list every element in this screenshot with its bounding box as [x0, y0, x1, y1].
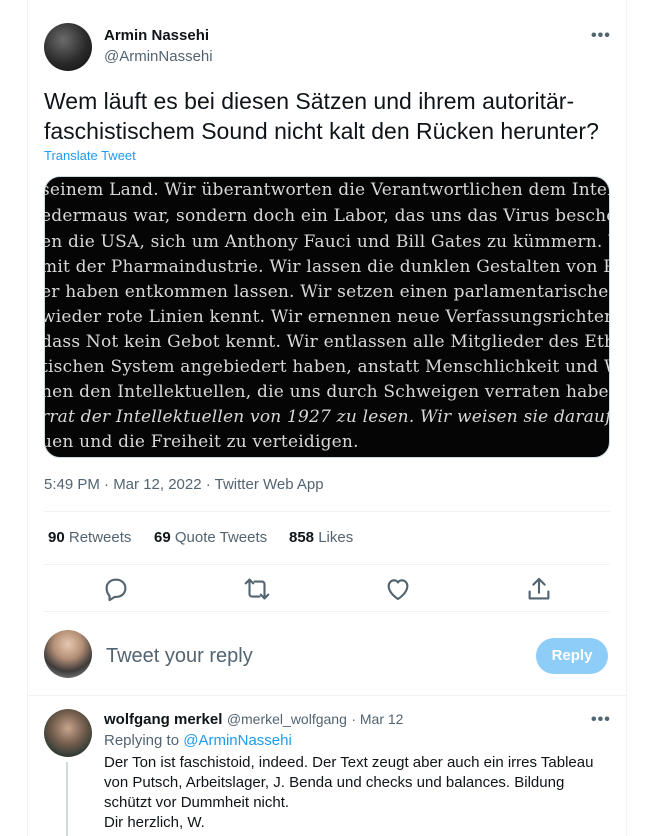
reply-button[interactable]: Reply — [536, 638, 608, 674]
image-text-line: hen den Intellektuellen, die uns durch S… — [44, 382, 609, 402]
tweet-image[interactable]: seinem Land. Wir überantworten die Veran… — [44, 176, 610, 458]
image-text-line: mit der Pharmaindustrie. Wir lassen die … — [45, 257, 609, 277]
translate-tweet-link[interactable]: Translate Tweet — [44, 148, 136, 163]
quote-tweets-stat[interactable]: 69 Quote Tweets — [154, 529, 267, 546]
reply-text: Der Ton ist faschistoid, indeed. Der Tex… — [104, 753, 604, 833]
retweets-stat[interactable]: 90 Retweets — [48, 529, 131, 546]
image-text-line: uen und die Freiheit zu verteidigen. — [44, 432, 359, 452]
image-text-line: er haben entkommen lassen. Wir setzen ei… — [44, 282, 610, 302]
tweet-timestamp[interactable]: 5:49 PM · Mar 12, 2022 · Twitter Web App — [44, 476, 324, 493]
retweets-label: Retweets — [68, 529, 132, 546]
user-avatar[interactable] — [44, 630, 92, 678]
image-text-line: edermaus war, sondern doch ein Labor, da… — [44, 206, 609, 226]
reply-author-avatar[interactable] — [44, 709, 92, 757]
reply-author-name[interactable]: wolfgang merkel — [104, 711, 222, 728]
comment-icon — [105, 578, 127, 602]
divider — [44, 564, 610, 565]
reply-action[interactable] — [101, 574, 131, 604]
reply-more-options-icon[interactable]: ••• — [591, 711, 611, 729]
share-action[interactable] — [524, 574, 554, 604]
tweet-text: Wem läuft es bei diesen Sätzen und ihrem… — [44, 88, 599, 144]
reply-header: wolfgang merkel @merkel_wolfgang · Mar 1… — [104, 711, 403, 729]
reply-date[interactable]: · Mar 12 — [351, 711, 403, 727]
quotes-count: 69 — [154, 529, 171, 546]
image-text-line: tischen System angebiedert haben, anstat… — [44, 357, 610, 377]
image-text-line: dass Not kein Gebot kennt. Wir entlassen… — [44, 332, 610, 352]
share-icon — [528, 577, 550, 600]
author-handle[interactable]: @ArminNassehi — [104, 48, 213, 65]
divider — [44, 611, 610, 612]
likes-label: Likes — [318, 529, 354, 546]
image-text-line: rrat der Intellektuellen von 1927 zu les… — [44, 407, 610, 427]
author-name[interactable]: Armin Nassehi — [104, 27, 209, 44]
divider — [44, 511, 610, 512]
image-text-line: en die USA, sich um Anthony Fauci und Bi… — [45, 232, 609, 252]
image-text-line: seinem Land. Wir überantworten die Veran… — [44, 180, 610, 200]
divider — [28, 695, 626, 696]
retweet-icon — [244, 578, 270, 600]
retweet-action[interactable] — [242, 574, 272, 604]
like-action[interactable] — [383, 574, 413, 604]
replying-handle-link[interactable]: @ArminNassehi — [183, 732, 292, 749]
reply-input[interactable]: Tweet your reply — [106, 645, 253, 668]
reply-text-signoff: Dir herzlich, W. — [104, 814, 205, 831]
replying-to: Replying to @ArminNassehi — [104, 732, 292, 749]
reply-text-body: Der Ton ist faschistoid, indeed. Der Tex… — [104, 754, 594, 811]
image-text-line: wieder rote Linien kennt. Wir ernennen n… — [44, 307, 610, 327]
replying-prefix: Replying to — [104, 732, 180, 749]
heart-icon — [387, 579, 409, 601]
likes-count: 858 — [289, 529, 315, 546]
quotes-label: Quote Tweets — [174, 529, 268, 546]
thread-line — [66, 762, 68, 836]
likes-stat[interactable]: 858 Likes — [289, 529, 353, 546]
retweets-count: 90 — [48, 529, 65, 546]
author-avatar[interactable] — [44, 23, 92, 71]
reply-author-handle[interactable]: @merkel_wolfgang — [227, 711, 347, 727]
more-options-icon[interactable]: ••• — [591, 27, 611, 45]
